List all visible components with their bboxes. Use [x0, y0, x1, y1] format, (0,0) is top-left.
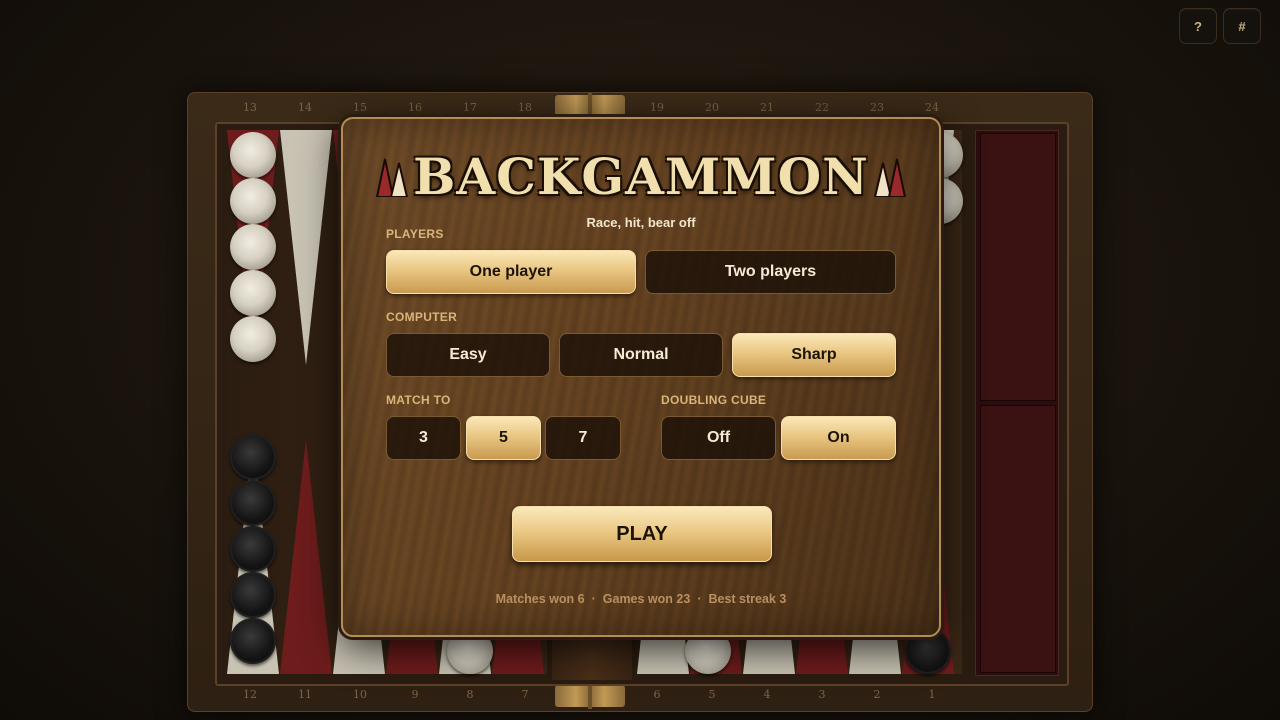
help-icon: ?: [1194, 18, 1202, 34]
tray-bottom-slot: [980, 405, 1056, 673]
play-button[interactable]: PLAY: [512, 506, 772, 562]
black-checker[interactable]: [230, 526, 276, 572]
games-won: Games won 23: [602, 592, 691, 606]
point-number: 17: [463, 101, 477, 114]
point-number: 20: [705, 101, 719, 114]
point-number: 6: [653, 688, 661, 701]
point-number: 15: [353, 101, 367, 114]
bear-off-tray: [975, 130, 1059, 676]
match-to-5-button[interactable]: 5: [466, 416, 541, 460]
top-hinge: [555, 93, 625, 119]
sharp-button[interactable]: Sharp: [732, 333, 896, 377]
point-number: 13: [243, 101, 257, 114]
easy-button[interactable]: Easy: [386, 333, 550, 377]
black-checker[interactable]: [230, 618, 276, 664]
point-number: 5: [708, 688, 716, 701]
stats-separator: ·: [697, 592, 702, 606]
match-to-7-button[interactable]: 7: [545, 416, 621, 460]
black-checker[interactable]: [230, 434, 276, 480]
point-number: 14: [298, 101, 312, 114]
black-checker[interactable]: [230, 480, 276, 526]
point-number: 2: [873, 688, 881, 701]
black-checker[interactable]: [230, 572, 276, 618]
one-player-button[interactable]: One player: [386, 250, 636, 294]
white-checker[interactable]: [230, 316, 276, 362]
stats-line: Matches won 6 · Games won 23 · Best streak 3: [343, 592, 939, 606]
doubling-off-button[interactable]: Off: [661, 416, 776, 460]
hash-icon: #: [1238, 18, 1246, 34]
stats-separator: ·: [591, 592, 596, 606]
computer-label: COMPUTER: [386, 310, 458, 324]
help-button[interactable]: ?: [1179, 8, 1217, 44]
doubling-on-button[interactable]: On: [781, 416, 896, 460]
bottom-hinge: [555, 683, 625, 709]
hash-button[interactable]: #: [1223, 8, 1261, 44]
point-triangles-icon: [873, 158, 907, 197]
match-to-label: MATCH TO: [386, 393, 451, 407]
two-players-button[interactable]: Two players: [645, 250, 896, 294]
tray-top-slot: [980, 133, 1056, 401]
point-number: 9: [411, 688, 419, 701]
point-number: 18: [518, 101, 532, 114]
point-number: 1: [928, 688, 936, 701]
bottom-point-numbers: 12 11 10 9 8 7 6 5 4 3 2 1: [187, 688, 1093, 706]
point-number: 19: [650, 101, 664, 114]
players-label: PLAYERS: [386, 227, 444, 241]
point-number: 12: [243, 688, 257, 701]
point-number: 22: [815, 101, 829, 114]
best-streak: Best streak 3: [708, 592, 787, 606]
doubling-cube-label: DOUBLING CUBE: [661, 393, 767, 407]
point-number: 21: [760, 101, 774, 114]
point-number: 8: [466, 688, 474, 701]
normal-button[interactable]: Normal: [559, 333, 723, 377]
point-number: 10: [353, 688, 367, 701]
board-point[interactable]: [280, 130, 332, 365]
point-number: 11: [298, 688, 312, 701]
white-checker[interactable]: [230, 224, 276, 270]
point-number: 16: [408, 101, 422, 114]
point-number: 24: [925, 101, 939, 114]
matches-won: Matches won 6: [495, 592, 585, 606]
match-to-3-button[interactable]: 3: [386, 416, 461, 460]
point-number: 7: [521, 688, 529, 701]
new-game-dialog: BACKGAMMON Race, hit, bear off PLAYERS O…: [341, 117, 941, 637]
white-checker[interactable]: [230, 270, 276, 316]
point-number: 4: [763, 688, 771, 701]
game-title: BACKGAMMON: [413, 147, 869, 206]
white-checker[interactable]: [230, 178, 276, 224]
board-point[interactable]: [280, 439, 332, 674]
point-number: 3: [818, 688, 826, 701]
white-checker[interactable]: [230, 132, 276, 178]
point-number: 23: [870, 101, 884, 114]
title-row: BACKGAMMON: [343, 147, 939, 207]
